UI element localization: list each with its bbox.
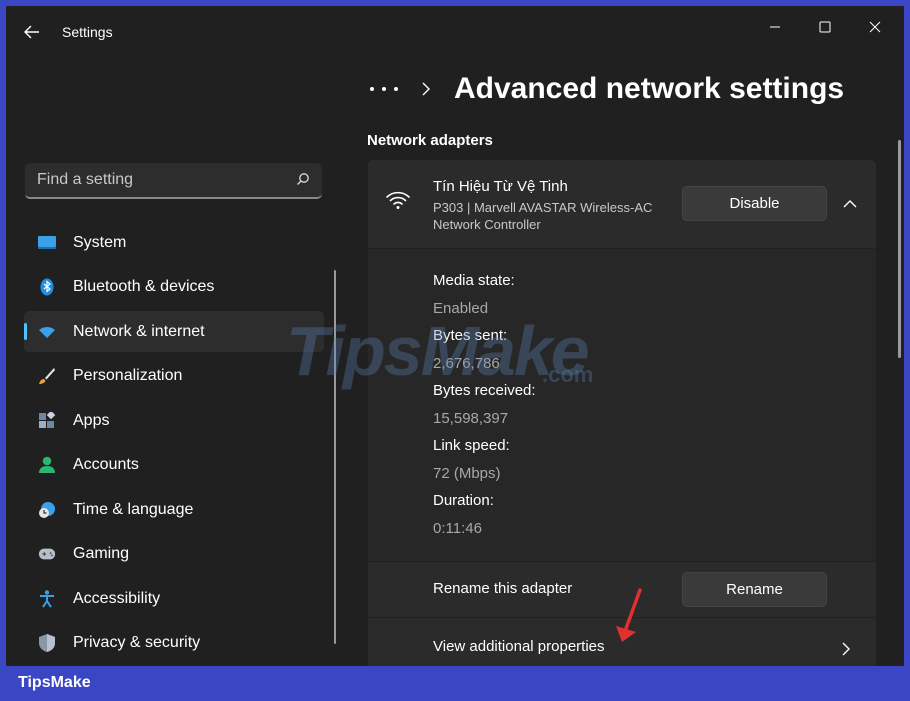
apps-icon <box>38 411 56 430</box>
detail-label: Duration: <box>433 492 494 509</box>
sidebar-item-label: Accessibility <box>73 589 161 607</box>
main-scrollbar[interactable] <box>898 140 901 358</box>
sidebar-item-label: Network & internet <box>73 322 205 340</box>
sidebar-item-label: System <box>73 233 127 251</box>
sidebar-item-gaming[interactable]: Gaming <box>24 534 324 575</box>
sidebar-item-label: Bluetooth & devices <box>73 278 215 295</box>
sidebar-item-label: Personalization <box>73 367 183 384</box>
detail-value: 15,598,397 <box>433 409 509 427</box>
detail-label: Link speed: <box>433 437 510 454</box>
sidebar-item-system[interactable]: System <box>24 222 324 263</box>
sidebar-nav: System Bluetooth & devices Network & int… <box>24 222 324 666</box>
brush-icon <box>38 367 56 385</box>
sidebar-item-label: Gaming <box>73 545 130 562</box>
sidebar-item-privacy-security[interactable]: Privacy & security <box>24 623 324 664</box>
section-title: Network adapters <box>367 132 493 149</box>
detail-label: Media state: <box>433 272 515 289</box>
more-icon[interactable] <box>370 84 398 94</box>
detail-list: Media state: Enabled Bytes sent: 2,676,7… <box>433 267 536 542</box>
chevron-right-icon <box>422 82 430 96</box>
title-bar: Settings <box>6 6 904 56</box>
disable-button[interactable]: Disable <box>682 186 827 221</box>
gamepad-icon <box>38 545 56 563</box>
adapter-details: Media state: Enabled Bytes sent: 2,676,7… <box>368 249 876 561</box>
wifi-signal-icon <box>386 191 410 209</box>
watermark-suffix: .com <box>542 362 594 387</box>
minimize-button[interactable] <box>752 12 798 42</box>
adapter-name: Tín Hiệu Từ Vệ Tinh <box>433 178 568 195</box>
maximize-icon <box>819 21 831 33</box>
collapse-button[interactable] <box>838 192 862 216</box>
app-title: Settings <box>62 24 113 40</box>
adapter-description: P303 | Marvell AVASTAR Wireless-AC Netwo… <box>433 200 653 232</box>
sidebar-item-accounts[interactable]: Accounts <box>24 445 324 486</box>
system-icon <box>38 234 56 252</box>
minimize-icon <box>770 26 780 28</box>
page-title: Advanced network settings <box>454 72 845 105</box>
accessibility-icon <box>38 589 56 608</box>
settings-window: Settings Find a setting System Bluetooth… <box>6 6 904 666</box>
close-icon <box>869 21 881 33</box>
detail-value: 72 (Mbps) <box>433 464 501 482</box>
chevron-right-icon <box>842 642 850 656</box>
sidebar-item-bluetooth[interactable]: Bluetooth & devices <box>24 267 324 308</box>
chevron-up-icon <box>843 200 857 208</box>
search-icon <box>297 173 309 185</box>
sidebar-item-label: Privacy & security <box>73 634 201 651</box>
maximize-button[interactable] <box>802 12 848 42</box>
sidebar-item-accessibility[interactable]: Accessibility <box>24 578 324 619</box>
view-properties-label: View additional properties <box>433 638 605 655</box>
sidebar-item-network[interactable]: Network & internet <box>24 311 324 352</box>
back-arrow-icon <box>24 25 39 39</box>
shield-icon <box>38 634 56 652</box>
wifi-icon <box>38 323 56 341</box>
close-button[interactable] <box>852 12 898 42</box>
person-icon <box>38 456 56 474</box>
sidebar-item-personalization[interactable]: Personalization <box>24 356 324 397</box>
detail-value: 0:11:46 <box>433 519 482 537</box>
search-box[interactable]: Find a setting <box>25 163 322 199</box>
sidebar-item-label: Apps <box>73 411 110 429</box>
back-button[interactable] <box>18 18 46 46</box>
adapter-card[interactable]: Tín Hiệu Từ Vệ Tinh P303 | Marvell AVAST… <box>368 160 876 248</box>
clock-globe-icon <box>38 501 56 519</box>
bluetooth-icon <box>38 278 56 296</box>
sidebar-item-apps[interactable]: Apps <box>24 400 324 441</box>
sidebar-item-label: Time & language <box>73 500 194 518</box>
brand-label: TipsMake <box>18 674 91 691</box>
rename-label: Rename this adapter <box>433 580 573 597</box>
search-input[interactable]: Find a setting <box>37 171 133 189</box>
rename-button[interactable]: Rename <box>682 572 827 607</box>
sidebar-item-time-language[interactable]: Time & language <box>24 489 324 530</box>
sidebar-item-label: Accounts <box>73 456 139 473</box>
breadcrumb: Advanced network settings <box>370 72 844 106</box>
annotation-arrow-icon <box>616 588 642 642</box>
